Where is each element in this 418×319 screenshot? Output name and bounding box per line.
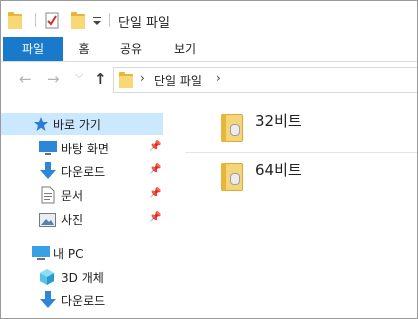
download-icon: [40, 291, 56, 313]
sidebar-item-label: 3D 개체: [61, 271, 104, 285]
address-bar[interactable]: › 단일 파일 ›: [113, 67, 417, 93]
breadcrumb-chevron[interactable]: ›: [216, 71, 221, 85]
pin-icon[interactable]: 📌: [149, 164, 161, 175]
new-folder-icon[interactable]: [71, 12, 85, 29]
file-explorer-window: 단일 파일 파일 홈 공유 보기 ← → ⌵ ↑ › 단일 파일 › 바로 가기: [0, 0, 418, 319]
sidebar-item-label: 바탕 화면: [61, 142, 109, 156]
folder-icon: [119, 72, 133, 88]
up-button[interactable]: ↑: [94, 70, 107, 88]
pin-icon[interactable]: 📌: [149, 212, 161, 223]
sidebar-item-label: 바로 가기: [53, 118, 101, 132]
tab-view[interactable]: 보기: [167, 37, 203, 61]
tab-file[interactable]: 파일: [3, 37, 63, 61]
pc-icon: [32, 246, 50, 265]
sidebar-item-desktop[interactable]: 바탕 화면 📌: [1, 137, 163, 159]
window-title: 단일 파일: [118, 16, 170, 31]
sidebar-item-label: 다운로드: [61, 294, 106, 308]
sidebar-item-pictures[interactable]: 사진 📌: [1, 208, 163, 230]
pin-icon[interactable]: 📌: [149, 141, 161, 152]
file-name: 32비트: [255, 112, 302, 130]
sidebar-item-this-pc[interactable]: 내 PC: [1, 242, 163, 264]
back-button[interactable]: ←: [19, 70, 32, 88]
file-list: 32비트 64비트: [167, 96, 417, 318]
toolbar-divider: [109, 13, 110, 27]
sidebar-item-quick-access[interactable]: 바로 가기: [1, 113, 163, 135]
folder-icon: [8, 12, 22, 29]
tab-share[interactable]: 공유: [113, 37, 149, 61]
toolbar-divider: [35, 13, 36, 27]
zip-folder-icon: [221, 163, 243, 191]
list-item[interactable]: 64비트: [217, 157, 417, 197]
sidebar-item-label: 문서: [61, 189, 84, 203]
3d-objects-icon: [39, 268, 55, 290]
pin-icon[interactable]: 📌: [149, 188, 161, 199]
row-divider: [185, 152, 417, 153]
navigation-pane: 바로 가기 바탕 화면 📌 다운로드 📌 문서 📌 사진 📌 내 PC 3D 개…: [1, 96, 167, 318]
properties-check-icon[interactable]: [45, 12, 59, 29]
star-icon: [33, 116, 49, 136]
forward-button[interactable]: →: [47, 70, 60, 88]
breadcrumb-item[interactable]: 단일 파일: [154, 72, 202, 89]
document-icon: [41, 186, 55, 208]
sidebar-item-label: 내 PC: [53, 247, 84, 261]
sidebar-item-3d-objects[interactable]: 3D 개체: [1, 266, 163, 288]
tab-home[interactable]: 홈: [69, 37, 99, 61]
navigation-bar: ← → ⌵ ↑ › 단일 파일 ›: [1, 62, 417, 96]
sidebar-item-label: 다운로드: [61, 165, 106, 179]
sidebar-item-downloads[interactable]: 다운로드 📌: [1, 160, 163, 182]
ribbon-tabs: 파일 홈 공유 보기: [1, 37, 417, 62]
customize-toolbar-dropdown-icon[interactable]: [93, 13, 101, 27]
sidebar-item-label: 사진: [61, 213, 84, 227]
pictures-icon: [39, 212, 56, 231]
breadcrumb-chevron[interactable]: ›: [140, 71, 145, 85]
list-item[interactable]: 32비트: [217, 108, 417, 148]
sidebar-item-documents[interactable]: 문서 📌: [1, 184, 163, 206]
file-name: 64비트: [255, 161, 302, 179]
sidebar-item-downloads-pc[interactable]: 다운로드: [1, 289, 163, 311]
title-bar: 단일 파일: [1, 1, 417, 37]
zip-folder-icon: [221, 114, 243, 142]
recent-locations-button[interactable]: ⌵: [75, 68, 83, 82]
desktop-icon: [39, 141, 57, 160]
download-icon: [40, 162, 56, 184]
